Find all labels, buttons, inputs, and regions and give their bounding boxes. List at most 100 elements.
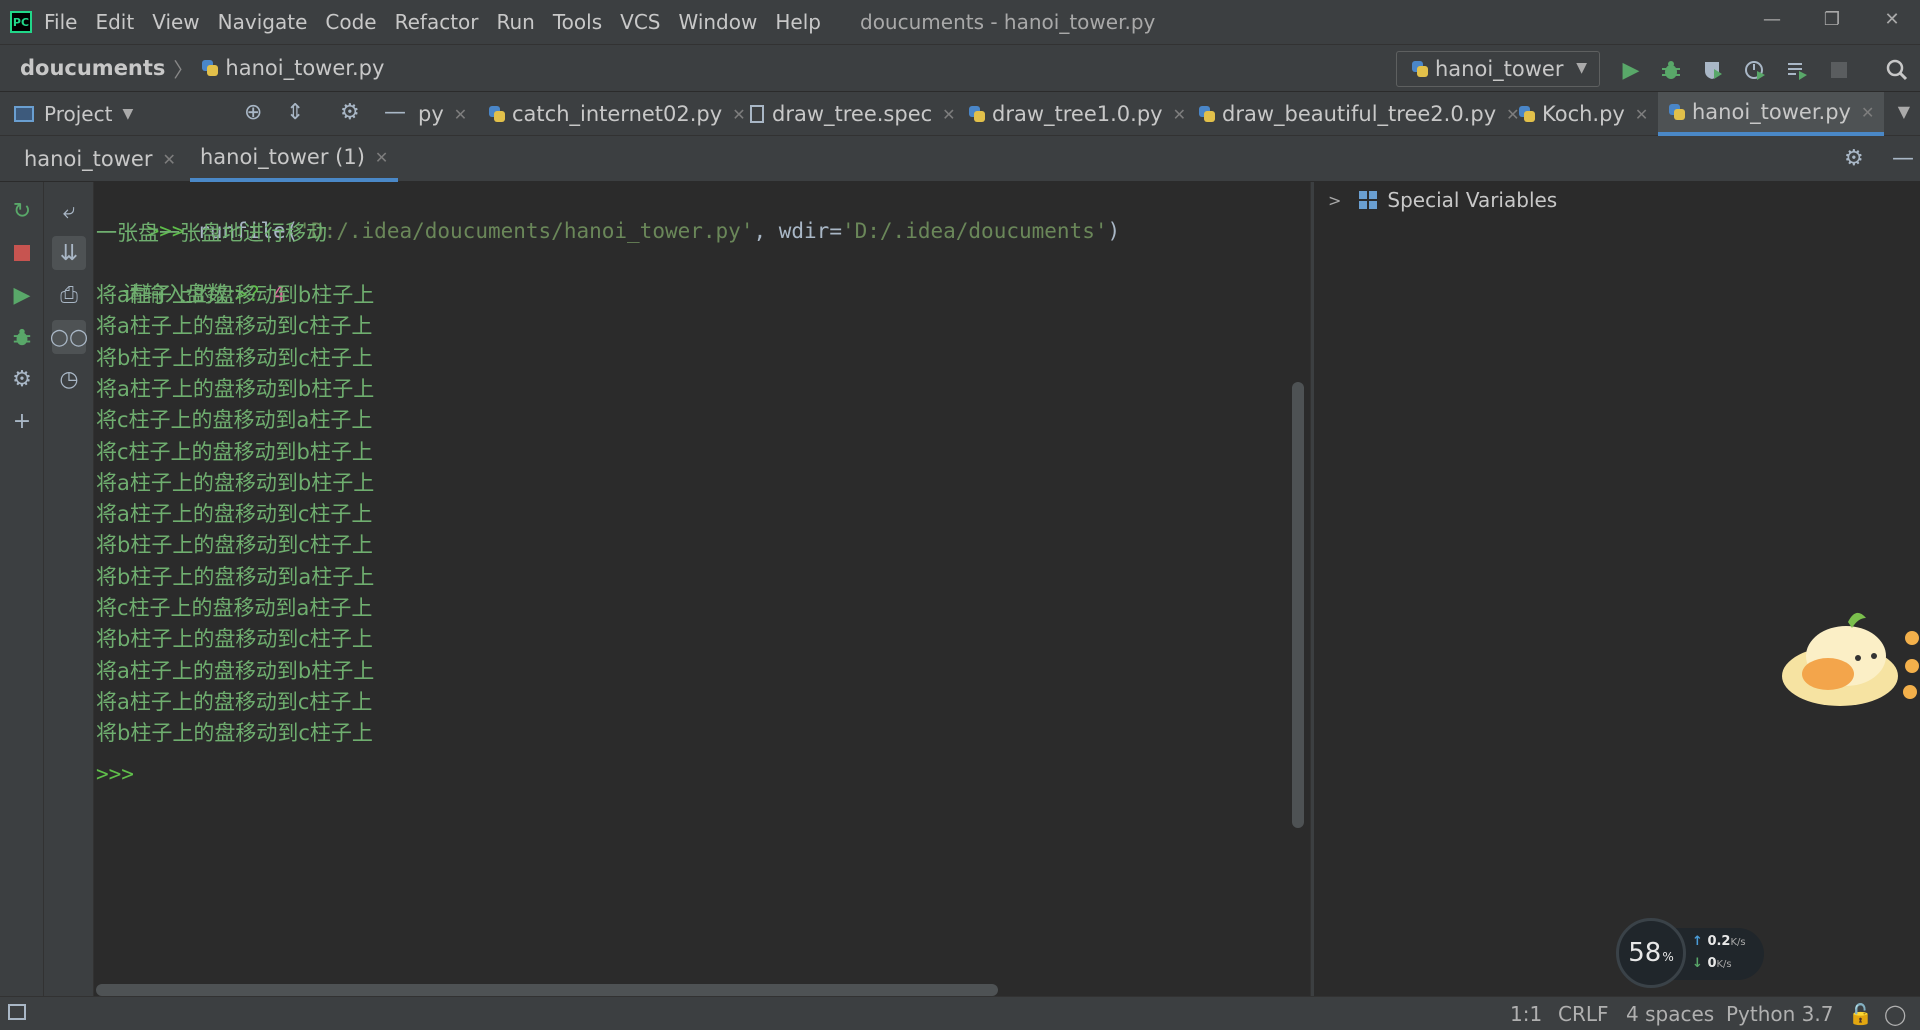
window-title: doucuments - hanoi_tower.py bbox=[860, 10, 1156, 34]
locate-icon[interactable]: ⊕ bbox=[244, 100, 262, 125]
concurrency-icon[interactable] bbox=[1782, 55, 1812, 85]
console-output-line: 将b柱子上的盘移动到a柱子上 bbox=[96, 564, 375, 589]
chevron-right-icon[interactable]: > bbox=[1328, 191, 1341, 210]
menu-file[interactable]: File bbox=[44, 10, 77, 34]
close-tab-icon[interactable]: ✕ bbox=[162, 150, 175, 169]
console-output-line: 将a柱子上的盘移动到c柱子上 bbox=[96, 689, 373, 714]
special-variables-label: Special Variables bbox=[1387, 188, 1558, 212]
history-icon[interactable]: ◷ bbox=[54, 364, 84, 394]
console-output-line: 将b柱子上的盘移动到c柱子上 bbox=[96, 533, 373, 558]
pycharm-logo-icon: PC bbox=[10, 11, 32, 33]
chevron-down-icon[interactable]: ▼ bbox=[122, 106, 133, 122]
console-input-line: 请输入盘数:>? 4 bbox=[96, 249, 286, 306]
memory-usage-ring: 58% bbox=[1616, 918, 1686, 988]
minimize-button[interactable]: — bbox=[1752, 4, 1792, 36]
mascot-sticker-icon bbox=[1776, 596, 1920, 714]
editor-tab[interactable]: py ✕ bbox=[418, 92, 467, 136]
editor-tab[interactable]: catch_internet02.py ✕ bbox=[488, 92, 746, 136]
console-output-line: 将b柱子上的盘移动到c柱子上 bbox=[96, 721, 373, 746]
debug-icon[interactable] bbox=[1656, 55, 1686, 85]
python-file-icon bbox=[1198, 105, 1216, 123]
python-console-output[interactable]: >>> runfile('D:/.idea/doucuments/hanoi_t… bbox=[94, 182, 1310, 996]
menu-run[interactable]: Run bbox=[497, 10, 535, 34]
menu-edit[interactable]: Edit bbox=[95, 10, 134, 34]
lock-icon[interactable]: 🔓 bbox=[1848, 1002, 1873, 1026]
editor-tab[interactable]: draw_beautiful_tree2.0.py ✕ bbox=[1198, 92, 1520, 136]
breadcrumb-file-label: hanoi_tower.py bbox=[225, 56, 385, 80]
profile-icon[interactable] bbox=[1740, 55, 1770, 85]
menu-navigate[interactable]: Navigate bbox=[218, 10, 308, 34]
collapse-all-icon[interactable]: ⇕ bbox=[286, 100, 304, 125]
run-icon[interactable]: ▶ bbox=[1616, 55, 1646, 85]
console-tab[interactable]: hanoi_tower ✕ bbox=[14, 136, 186, 182]
hide-icon[interactable]: — bbox=[1892, 146, 1914, 171]
python-file-icon bbox=[968, 105, 986, 123]
close-tab-icon[interactable]: ✕ bbox=[375, 148, 388, 167]
notifications-icon[interactable]: ◯ bbox=[1884, 1002, 1906, 1026]
console-tabs-row: hanoi_tower ✕ hanoi_tower (1) ✕ ⚙ — bbox=[0, 136, 1920, 182]
console-final-prompt[interactable]: >>> bbox=[96, 759, 134, 789]
menu-vcs[interactable]: VCS bbox=[620, 10, 660, 34]
editor-tab-active[interactable]: hanoi_tower.py ✕ bbox=[1658, 92, 1885, 136]
editor-tab[interactable]: draw_tree1.0.py ✕ bbox=[968, 92, 1186, 136]
vertical-scrollbar[interactable] bbox=[1292, 382, 1304, 828]
interpreter-setting[interactable]: Python 3.7 bbox=[1726, 1002, 1834, 1026]
search-icon[interactable] bbox=[1882, 55, 1912, 85]
hide-icon[interactable]: — bbox=[384, 100, 406, 125]
close-tab-icon[interactable]: ✕ bbox=[1173, 105, 1186, 124]
gear-icon[interactable]: ⚙ bbox=[1844, 146, 1864, 171]
close-window-button[interactable]: ✕ bbox=[1872, 4, 1912, 36]
restore-button[interactable]: ❐ bbox=[1812, 4, 1852, 36]
menu-help[interactable]: Help bbox=[775, 10, 821, 34]
breadcrumb-project[interactable]: doucuments bbox=[20, 56, 165, 80]
command-close: ) bbox=[1107, 219, 1121, 243]
editor-tab-label: draw_tree.spec bbox=[772, 102, 933, 126]
menu-refactor[interactable]: Refactor bbox=[395, 10, 479, 34]
menu-tools[interactable]: Tools bbox=[553, 10, 602, 34]
close-tab-icon[interactable]: ✕ bbox=[1635, 105, 1648, 124]
close-tab-icon[interactable]: ✕ bbox=[454, 105, 467, 124]
close-tab-icon[interactable]: ✕ bbox=[732, 105, 745, 124]
navigation-bar: doucuments 〉 hanoi_tower.py hanoi_tower … bbox=[0, 44, 1920, 92]
debug-icon[interactable] bbox=[7, 322, 37, 352]
run-configuration-select[interactable]: hanoi_tower ▼ bbox=[1396, 51, 1600, 87]
project-tool-label[interactable]: Project bbox=[44, 102, 112, 126]
close-tab-icon[interactable]: ✕ bbox=[1861, 103, 1874, 122]
menu-code[interactable]: Code bbox=[325, 10, 376, 34]
rerun-icon[interactable]: ↻ bbox=[7, 196, 37, 226]
console-tab-label: hanoi_tower (1) bbox=[200, 145, 365, 169]
run-icon[interactable]: ▶ bbox=[7, 280, 37, 310]
breadcrumb-file[interactable]: hanoi_tower.py bbox=[201, 56, 384, 80]
editor-tabs-row: Project ▼ ⊕ ⇕ ⚙ — py ✕ catch_internet02.… bbox=[0, 92, 1920, 136]
coverage-icon[interactable] bbox=[1698, 55, 1728, 85]
close-tab-icon[interactable]: ✕ bbox=[942, 105, 955, 124]
editor-tab[interactable]: draw_tree.spec ✕ bbox=[750, 92, 956, 136]
scroll-to-end-icon[interactable]: ⇊ bbox=[52, 236, 86, 270]
project-tool-header: Project ▼ ⊕ ⇕ ⚙ — bbox=[0, 92, 480, 136]
soft-wrap-icon[interactable]: ⤶ bbox=[54, 196, 84, 226]
show-variables-icon[interactable]: ○○ bbox=[50, 320, 88, 354]
console-output-line: 将c柱子上的盘移动到b柱子上 bbox=[96, 439, 373, 464]
settings-icon[interactable]: ⚙ bbox=[7, 364, 37, 394]
add-icon[interactable]: + bbox=[7, 406, 37, 436]
editor-tab-label: hanoi_tower.py bbox=[1692, 100, 1851, 124]
command-path: 'D:/.idea/doucuments/hanoi_tower.py' bbox=[298, 219, 754, 243]
stop-icon[interactable] bbox=[7, 238, 37, 268]
console-output-line: 将a柱子上的盘移动到b柱子上 bbox=[96, 658, 375, 683]
cursor-position[interactable]: 1:1 bbox=[1510, 1002, 1542, 1026]
chevron-down-icon[interactable]: ▼ bbox=[1898, 102, 1910, 121]
command-wdir: 'D:/.idea/doucuments' bbox=[841, 219, 1108, 243]
stop-icon[interactable] bbox=[1824, 55, 1854, 85]
console-output-line: 将b柱子上的盘移动到c柱子上 bbox=[96, 345, 373, 370]
tool-windows-icon[interactable] bbox=[8, 1004, 26, 1020]
indent-setting[interactable]: 4 spaces bbox=[1626, 1002, 1714, 1026]
console-tab-active[interactable]: hanoi_tower (1) ✕ bbox=[190, 136, 399, 182]
gear-icon[interactable]: ⚙ bbox=[340, 100, 360, 125]
special-variables-node[interactable]: > Special Variables bbox=[1328, 188, 1557, 212]
line-separator[interactable]: CRLF bbox=[1558, 1002, 1609, 1026]
print-icon[interactable]: ⎙ bbox=[54, 280, 84, 310]
menu-window[interactable]: Window bbox=[678, 10, 757, 34]
editor-tab[interactable]: Koch.py ✕ bbox=[1518, 92, 1648, 136]
horizontal-scrollbar[interactable] bbox=[96, 984, 998, 996]
menu-view[interactable]: View bbox=[152, 10, 199, 34]
